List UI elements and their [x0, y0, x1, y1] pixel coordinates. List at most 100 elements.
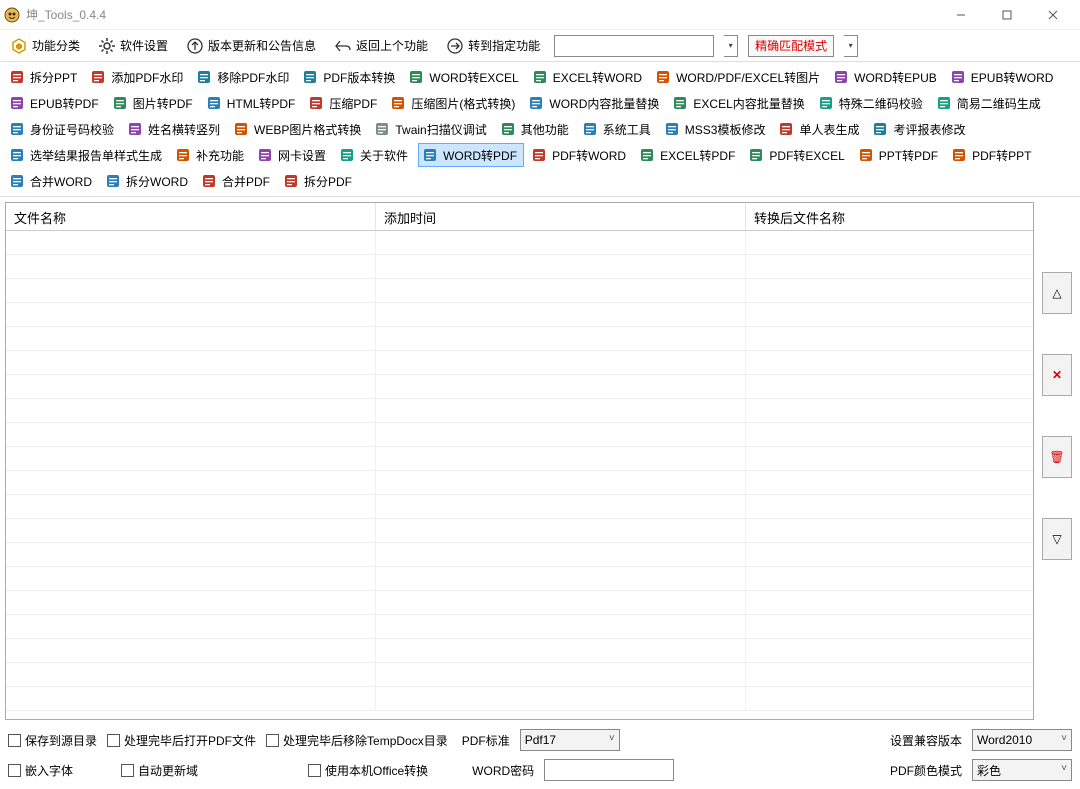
checkbox-remove-temp[interactable]: 处理完毕后移除TempDocx目录 — [266, 732, 448, 749]
tool-button-20[interactable]: WEBP图片格式转换 — [230, 117, 367, 141]
menu-goto[interactable]: 转到指定功能 — [442, 35, 544, 57]
menu-settings[interactable]: 软件设置 — [94, 35, 172, 57]
checkbox-embed-font[interactable]: 嵌入字体 — [8, 762, 73, 779]
tool-icon — [338, 146, 356, 164]
tool-button-22[interactable]: 其他功能 — [497, 117, 575, 141]
checkbox-save-to-source[interactable]: 保存到源目录 — [8, 732, 97, 749]
tool-button-1[interactable]: 添加PDF水印 — [87, 65, 189, 89]
table-row[interactable] — [6, 255, 1033, 279]
table-row[interactable] — [6, 495, 1033, 519]
table-row[interactable] — [6, 687, 1033, 711]
table-row[interactable] — [6, 399, 1033, 423]
tool-button-label: 拆分WORD — [126, 173, 188, 190]
checkbox-open-after[interactable]: 处理完毕后打开PDF文件 — [107, 732, 256, 749]
tool-icon — [8, 172, 26, 190]
tool-button-4[interactable]: WORD转EXCEL — [405, 65, 524, 89]
table-row[interactable] — [6, 351, 1033, 375]
tool-button-10[interactable]: 图片转PDF — [109, 91, 199, 115]
table-row[interactable] — [6, 423, 1033, 447]
tool-button-16[interactable]: 特殊二维码校验 — [815, 91, 929, 115]
function-search-input[interactable] — [554, 35, 714, 57]
table-row[interactable] — [6, 375, 1033, 399]
app-icon — [4, 7, 20, 23]
table-row[interactable] — [6, 303, 1033, 327]
column-filename[interactable]: 文件名称 — [6, 203, 376, 230]
move-up-button[interactable]: △ — [1042, 272, 1072, 314]
tool-button-11[interactable]: HTML转PDF — [203, 91, 302, 115]
triangle-down-icon: ▽ — [1052, 532, 1061, 546]
tool-button-33[interactable]: EXCEL转PDF — [636, 143, 741, 167]
tool-button-19[interactable]: 姓名横转竖列 — [124, 117, 226, 141]
tool-button-40[interactable]: 拆分PDF — [280, 169, 358, 193]
tool-button-14[interactable]: WORD内容批量替换 — [525, 91, 665, 115]
tool-button-24[interactable]: MSS3模板修改 — [661, 117, 772, 141]
tool-button-13[interactable]: 压缩图片(格式转换) — [387, 91, 521, 115]
tool-button-32[interactable]: PDF转WORD — [528, 143, 632, 167]
delete-button[interactable]: 🗑 — [1042, 436, 1072, 478]
tool-button-28[interactable]: 补充功能 — [172, 143, 250, 167]
table-row[interactable] — [6, 567, 1033, 591]
tool-button-34[interactable]: PDF转EXCEL — [745, 143, 850, 167]
close-button[interactable] — [1030, 0, 1076, 30]
menu-label: 转到指定功能 — [468, 37, 540, 54]
table-row[interactable] — [6, 231, 1033, 255]
tool-button-23[interactable]: 系统工具 — [579, 117, 657, 141]
table-body[interactable] — [6, 231, 1033, 719]
table-row[interactable] — [6, 447, 1033, 471]
tool-button-29[interactable]: 网卡设置 — [254, 143, 332, 167]
tool-button-5[interactable]: EXCEL转WORD — [529, 65, 648, 89]
maximize-button[interactable] — [984, 0, 1030, 30]
table-row[interactable] — [6, 543, 1033, 567]
tool-button-8[interactable]: EPUB转WORD — [947, 65, 1060, 89]
move-down-button[interactable]: ▽ — [1042, 518, 1072, 560]
tool-button-31[interactable]: WORD转PDF — [418, 143, 524, 167]
tool-button-39[interactable]: 合并PDF — [198, 169, 276, 193]
menu-category[interactable]: 功能分类 — [6, 35, 84, 57]
tool-button-37[interactable]: 合并WORD — [6, 169, 98, 193]
tool-button-9[interactable]: EPUB转PDF — [6, 91, 105, 115]
checkbox-use-local-office[interactable]: 使用本机Office转换 — [308, 762, 428, 779]
tool-icon — [527, 94, 545, 112]
table-row[interactable] — [6, 615, 1033, 639]
tool-button-25[interactable]: 单人表生成 — [775, 117, 865, 141]
tool-button-6[interactable]: WORD/PDF/EXCEL转图片 — [652, 65, 826, 89]
table-row[interactable] — [6, 279, 1033, 303]
tool-button-18[interactable]: 身份证号码校验 — [6, 117, 120, 141]
tool-button-17[interactable]: 简易二维码生成 — [933, 91, 1047, 115]
checkbox-auto-update-field[interactable]: 自动更新域 — [121, 762, 198, 779]
minimize-button[interactable] — [938, 0, 984, 30]
table-row[interactable] — [6, 663, 1033, 687]
match-mode-dropdown-button[interactable]: ▾ — [844, 35, 858, 57]
table-row[interactable] — [6, 591, 1033, 615]
table-row[interactable] — [6, 327, 1033, 351]
table-row[interactable] — [6, 471, 1033, 495]
side-buttons: △ ✕ 🗑 ▽ — [1039, 202, 1075, 720]
tool-button-15[interactable]: EXCEL内容批量替换 — [669, 91, 810, 115]
menu-update[interactable]: 版本更新和公告信息 — [182, 35, 320, 57]
pdf-standard-combo[interactable]: Pdf17 — [520, 729, 620, 751]
word-password-input[interactable] — [544, 759, 674, 781]
remove-item-button[interactable]: ✕ — [1042, 354, 1072, 396]
column-output-name[interactable]: 转换后文件名称 — [746, 203, 1033, 230]
tool-button-2[interactable]: 移除PDF水印 — [193, 65, 295, 89]
table-row[interactable] — [6, 639, 1033, 663]
menu-back[interactable]: 返回上个功能 — [330, 35, 432, 57]
tool-button-7[interactable]: WORD转EPUB — [830, 65, 943, 89]
match-mode-button[interactable]: 精确匹配模式 — [748, 35, 834, 57]
tool-button-30[interactable]: 关于软件 — [336, 143, 414, 167]
table-row[interactable] — [6, 519, 1033, 543]
search-dropdown-button[interactable]: ▾ — [724, 35, 738, 57]
tool-button-3[interactable]: PDF版本转换 — [299, 65, 401, 89]
tool-button-label: 补充功能 — [196, 147, 244, 164]
tool-button-0[interactable]: 拆分PPT — [6, 65, 83, 89]
tool-button-26[interactable]: 考评报表修改 — [869, 117, 971, 141]
tool-button-38[interactable]: 拆分WORD — [102, 169, 194, 193]
compat-version-combo[interactable]: Word2010 — [972, 729, 1072, 751]
color-mode-combo[interactable]: 彩色 — [972, 759, 1072, 781]
tool-button-27[interactable]: 选举结果报告单样式生成 — [6, 143, 168, 167]
tool-button-21[interactable]: Twain扫描仪调试 — [371, 117, 492, 141]
tool-button-36[interactable]: PDF转PPT — [948, 143, 1037, 167]
column-added-time[interactable]: 添加时间 — [376, 203, 746, 230]
tool-button-12[interactable]: 压缩PDF — [305, 91, 383, 115]
tool-button-35[interactable]: PPT转PDF — [855, 143, 944, 167]
